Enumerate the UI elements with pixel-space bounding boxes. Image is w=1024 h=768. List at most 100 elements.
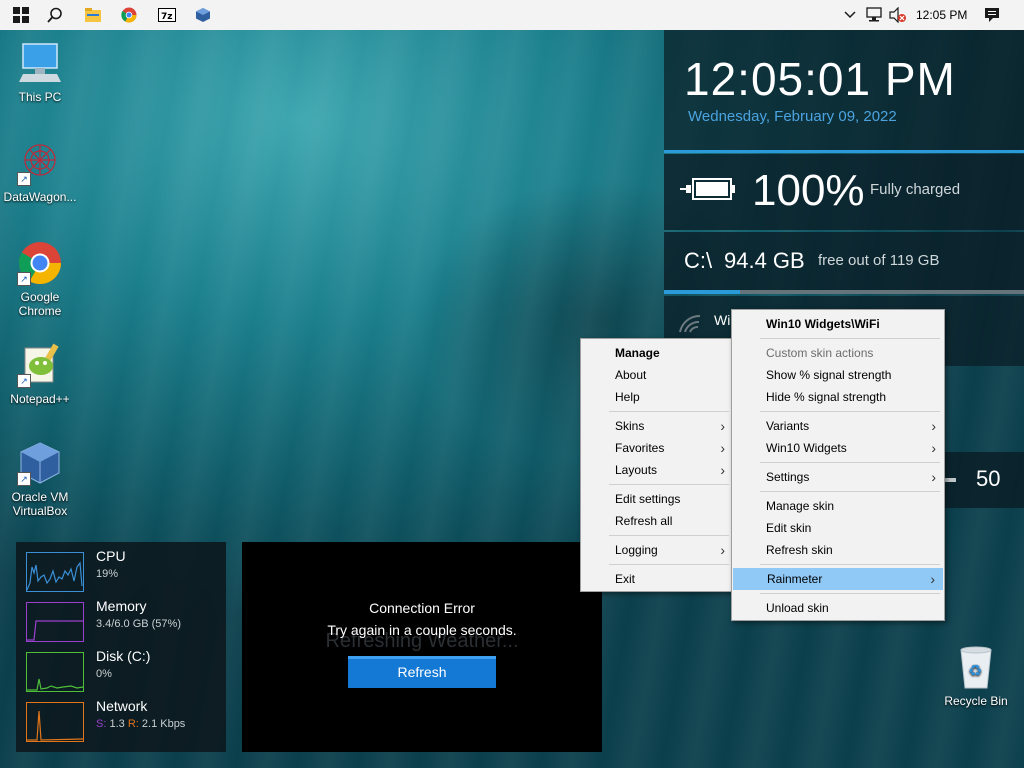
desktop-icon-label: Oracle VM VirtualBox [11,490,69,518]
disk-free-space: 94.4 GB [724,248,805,273]
skin-context-menu: Win10 Widgets\WiFi Custom skin actions S… [731,309,945,621]
disk-value: 0% [96,668,112,680]
menu-separator [609,411,729,412]
desktop-icon-recycle-bin[interactable]: ♻ Recycle Bin [938,644,1014,708]
menu-item-label: Edit settings [615,492,681,506]
menu-item-manage[interactable]: Manage [581,342,733,364]
connection-error-title: Connection Error [369,600,475,616]
notepad-plus-plus-icon: ↗ [17,342,63,388]
taskbar: 7z 12:05 PM [0,0,1024,30]
menu-item-label: Manage [615,346,660,360]
menu-item-layouts[interactable]: Layouts › [581,459,733,481]
memory-value: 3.4/6.0 GB (57%) [96,618,181,630]
disk-usage-bar [664,290,1024,294]
chevron-right-icon: › [720,462,725,478]
memory-row: Memory 3.4/6.0 GB (57%) [26,598,226,644]
menu-separator [760,462,940,463]
menu-item-refresh-skin[interactable]: Refresh skin [732,539,944,561]
menu-item-manage-skin[interactable]: Manage skin [732,495,944,517]
clock-widget[interactable]: 12:05:01 PM Wednesday, February 09, 2022 [664,30,1024,150]
disk-usage-fill [664,290,740,294]
refresh-button[interactable]: Refresh [348,656,496,688]
menu-separator [609,535,729,536]
menu-item-settings[interactable]: Settings › [732,466,944,488]
weather-widget[interactable]: Refreshing Weather... Connection Error T… [242,542,602,752]
file-explorer-icon[interactable] [80,3,106,27]
menu-item-label: Refresh skin [766,543,833,557]
desktop-icon-datawagon[interactable]: ↗ DataWagon... [0,140,80,204]
menu-item-edit-settings[interactable]: Edit settings [581,488,733,510]
7zip-icon[interactable]: 7z [154,3,180,27]
menu-item-about[interactable]: About [581,364,733,386]
shortcut-arrow-icon: ↗ [17,472,31,486]
virtualbox-icon: ↗ [17,440,63,486]
menu-separator [760,564,940,565]
volume-widget[interactable]: 50 [942,452,1024,508]
volume-muted-icon[interactable] [888,4,908,26]
network-row: Network S: 1.3 R: 2.1 Kbps [26,698,226,744]
notification-icon[interactable] [982,4,1002,26]
network-value: S: 1.3 R: 2.1 Kbps [96,718,185,730]
desktop-icon-notepad-plus-plus[interactable]: ↗ Notepad++ [0,342,80,406]
chevron-up-icon[interactable] [842,4,858,26]
menu-item-skin-name[interactable]: Win10 Widgets\WiFi [732,313,944,335]
menu-item-label: Settings [766,470,810,484]
menu-item-unload-skin[interactable]: Unload skin [732,597,944,619]
menu-item-label: Rainmeter [767,572,823,586]
menu-separator [760,593,940,594]
cpu-value: 19% [96,568,119,580]
menu-item-skins[interactable]: Skins › [581,415,733,437]
cpu-graph [26,552,84,592]
battery-widget[interactable]: 100% Fully charged [664,154,1024,230]
network-icon[interactable] [864,4,884,26]
menu-item-label: Edit skin [766,521,812,535]
network-title: Network [96,698,148,714]
search-icon[interactable] [42,3,68,27]
menu-item-help[interactable]: Help [581,386,733,408]
taskbar-clock[interactable]: 12:05 PM [916,0,967,30]
menu-item-label: Variants [766,419,810,433]
desktop-icon-this-pc[interactable]: This PC [0,40,80,104]
menu-item-label: Hide % signal strength [766,390,887,404]
chevron-right-icon: › [720,440,725,456]
desktop-icon-label: Notepad++ [10,392,70,406]
menu-item-refresh-all[interactable]: Refresh all [581,510,733,532]
disk-widget[interactable]: C:\ 94.4 GB free out of 119 GB [664,232,1024,292]
menu-item-logging[interactable]: Logging › [581,539,733,561]
wifi-icon [678,314,702,337]
disk-capacity: free out of 119 GB [818,252,940,269]
system-monitor-widget[interactable]: CPU 19% Memory 3.4/6.0 GB (57%) Disk (C:… [16,542,226,752]
network-receive-value: 2.1 Kbps [141,718,186,730]
virtualbox-icon[interactable] [190,3,216,27]
svg-text:7z: 7z [161,12,173,22]
desktop-icon-virtualbox[interactable]: ↗ Oracle VM VirtualBox [0,440,80,518]
menu-item-rainmeter[interactable]: Rainmeter › [733,568,943,590]
menu-item-show-signal-strength[interactable]: Show % signal strength [732,364,944,386]
chevron-right-icon: › [930,571,935,587]
menu-item-favorites[interactable]: Favorites › [581,437,733,459]
disk-title: Disk (C:) [96,648,151,664]
clock-time: 12:05:01 PM [684,53,956,105]
chrome-icon[interactable] [116,3,142,27]
desktop-icon-label: DataWagon... [3,190,77,204]
battery-status: Fully charged [870,181,961,198]
windows-start-icon[interactable] [8,3,34,27]
menu-item-exit[interactable]: Exit [581,568,733,590]
cpu-title: CPU [96,548,126,564]
network-graph [26,702,84,742]
divider [664,150,1024,153]
menu-item-label: Refresh all [615,514,673,528]
wifi-label: Wi [714,312,731,328]
menu-item-hide-signal-strength[interactable]: Hide % signal strength [732,386,944,408]
desktop-icon-google-chrome[interactable]: ↗ Google Chrome [0,240,80,318]
battery-percent: 100% [752,166,865,215]
menu-item-edit-skin[interactable]: Edit skin [732,517,944,539]
disk-row: Disk (C:) 0% [26,648,226,694]
recycle-bin-icon: ♻ [953,644,999,690]
chevron-right-icon: › [720,418,725,434]
menu-item-variants[interactable]: Variants › [732,415,944,437]
svg-text:♻: ♻ [968,661,982,680]
menu-item-win10-widgets[interactable]: Win10 Widgets › [732,437,944,459]
menu-item-label: Win10 Widgets [766,441,847,455]
menu-item-label: About [615,368,647,382]
